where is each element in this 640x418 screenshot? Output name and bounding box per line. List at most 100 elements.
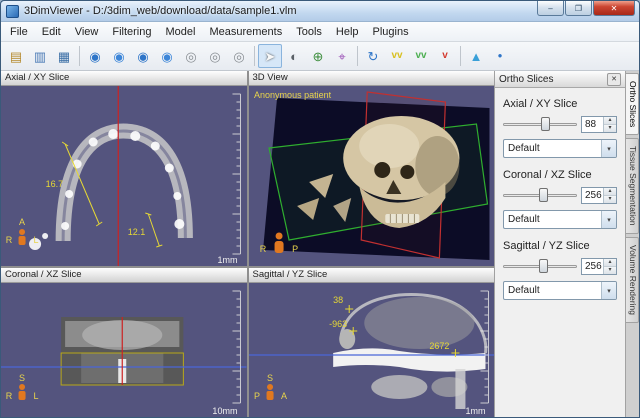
coronal-slider-thumb[interactable] (539, 188, 548, 202)
measure-distance-icon: vv (391, 51, 402, 61)
layout-3d-button[interactable]: ◉ (131, 44, 155, 68)
coronal-spin-down-icon[interactable]: ▾ (604, 196, 616, 203)
axial-spin-down-icon[interactable]: ▾ (604, 125, 616, 132)
probe-tool-button[interactable]: ⌖ (330, 44, 354, 68)
layout-grid-button[interactable]: ◉ (155, 44, 179, 68)
coronal-viewport: Coronal / XZ Slice S (1, 268, 247, 417)
menu-view[interactable]: View (68, 23, 106, 41)
menu-measurements[interactable]: Measurements (202, 23, 289, 41)
3d-viewport-canvas[interactable]: Anonymous patient R P (249, 86, 495, 266)
menu-file[interactable]: File (3, 23, 35, 41)
3d-viewport-title: 3D View (253, 72, 288, 83)
axial-slice-spinbox[interactable]: 88 ▴ ▾ (581, 116, 617, 133)
toolbar: ▤ ▥ ▦ ◉ ◉ ◉ ◉ ◎ ◎ ◎ ➤ ◐ ⊕ ⌖ ↻ vv vv v ▲ … (1, 42, 639, 71)
density-window-button[interactable]: ◐ (282, 44, 306, 68)
sagittal-measurement-3: 2672 (429, 341, 449, 351)
coronal-orientation-figure (19, 384, 26, 400)
axial-orientation-figure (19, 229, 26, 245)
sagittal-measurement-2: -963 (329, 319, 347, 329)
coronal-scale-label: 10mm (212, 406, 237, 416)
coronal-slice-section: Coronal / XZ Slice 256 ▴ ▾ (503, 169, 617, 229)
pointer-tool-icon: ➤ (265, 50, 276, 63)
coronal-preset-dropdown[interactable]: Default ▾ (503, 210, 617, 229)
sagittal-slice-label: Sagittal / YZ Slice (503, 240, 617, 252)
axial-preset-value: Default (504, 143, 601, 154)
layout-axial-icon: ◉ (89, 50, 100, 63)
sagittal-measurement-1: 38 (333, 295, 343, 305)
axial-viewport-canvas[interactable]: 16.7 12.1 A R L 1mm (1, 86, 247, 266)
measure-distance-button[interactable]: vv (385, 44, 409, 68)
layout-3d-icon: ◉ (137, 50, 148, 63)
menu-tools[interactable]: Tools (289, 23, 329, 41)
measure-density-button[interactable]: vv (409, 44, 433, 68)
probe-icon: ⌖ (338, 50, 345, 63)
coronal-viewport-header: Coronal / XZ Slice (1, 268, 247, 283)
toolbar-separator (254, 46, 255, 66)
menu-plugins[interactable]: Plugins (366, 23, 416, 41)
axial-viewport-header: Axial / XY Slice (1, 71, 247, 86)
coronal-spin-up-icon[interactable]: ▴ (604, 188, 616, 196)
close-button[interactable]: ✕ (593, 1, 635, 16)
app-window: 3DimViewer - D:/3dim_web/download/data/s… (0, 0, 640, 418)
axial-spin-up-icon[interactable]: ▴ (604, 117, 616, 125)
menu-bar: File Edit View Filtering Model Measureme… (1, 22, 639, 42)
axial-preset-dropdown[interactable]: Default ▾ (503, 139, 617, 158)
axial-slice-slider[interactable] (503, 115, 577, 133)
layout-axial-button[interactable]: ◉ (83, 44, 107, 68)
axial-slider-thumb[interactable] (541, 117, 550, 131)
coronal-slice-slider[interactable] (503, 186, 577, 204)
open-volume-button[interactable]: ▤ (4, 44, 28, 68)
coronal-viewport-canvas[interactable]: S R L 10mm (1, 283, 247, 417)
clear-measurements-button[interactable]: v (433, 44, 457, 68)
save-volume-button[interactable]: ▦ (52, 44, 76, 68)
toolbar-separator (79, 46, 80, 66)
coronal-slice-label: Coronal / XZ Slice (503, 169, 617, 181)
3d-viewport-header: 3D View (249, 71, 495, 86)
rotate-3d-button[interactable]: ↻ (361, 44, 385, 68)
coronal-preset-value: Default (504, 214, 601, 225)
information-button[interactable]: ● (488, 44, 512, 68)
scene-manipulation-button[interactable]: ➤ (258, 44, 282, 68)
open-dicom-button[interactable]: ▥ (28, 44, 52, 68)
save-icon: ▦ (58, 50, 70, 63)
sagittal-viewport-canvas[interactable]: 38 -963 2672 S P A 1mm (249, 283, 495, 417)
axial-measurement-2: 12.1 (128, 227, 146, 237)
axial-slider-track[interactable] (503, 123, 577, 126)
zoom-tool-button[interactable]: ⊕ (306, 44, 330, 68)
menu-model[interactable]: Model (158, 23, 202, 41)
window-controls: – ❐ ✕ (536, 1, 635, 16)
title-bar: 3DimViewer - D:/3dim_web/download/data/s… (1, 1, 639, 22)
tab-volume-rendering[interactable]: Volume Rendering (626, 237, 639, 323)
minimize-button[interactable]: – (537, 1, 564, 16)
3d-orientation-right: P (292, 244, 298, 254)
coronal-slice-spinbox[interactable]: 256 ▴ ▾ (581, 187, 617, 204)
sagittal-slice-spinbox[interactable]: 256 ▴ ▾ (581, 258, 617, 275)
sagittal-preset-dropdown[interactable]: Default ▾ (503, 281, 617, 300)
sagittal-orientation-left: P (254, 391, 260, 401)
view-mode-3-button[interactable]: ◎ (227, 44, 251, 68)
toolbar-separator (460, 46, 461, 66)
layout-ortho-button[interactable]: ◉ (107, 44, 131, 68)
zoom-icon: ⊕ (313, 50, 324, 63)
axial-measurement-1: 16.7 (46, 179, 64, 189)
panel-close-icon[interactable]: ✕ (607, 73, 621, 86)
sagittal-spin-down-icon[interactable]: ▾ (604, 267, 616, 274)
measure-density-icon: vv (415, 51, 426, 61)
layout-grid-icon: ◉ (161, 50, 172, 63)
maximize-button[interactable]: ❐ (565, 1, 592, 16)
sagittal-spin-up-icon[interactable]: ▴ (604, 259, 616, 267)
ortho-slices-panel: Ortho Slices ✕ Axial / XY Slice 88 (494, 71, 625, 417)
axial-viewport: Axial / XY Slice (1, 71, 247, 266)
tab-ortho-slices[interactable]: Ortho Slices (626, 73, 639, 135)
open-dicom-icon: ▥ (34, 50, 46, 63)
view-mode-1-button[interactable]: ◎ (179, 44, 203, 68)
tab-tissue-segmentation[interactable]: Tissue Segmentation (626, 138, 639, 234)
volume-rendering-button[interactable]: ▲ (464, 44, 488, 68)
menu-edit[interactable]: Edit (35, 23, 68, 41)
menu-filtering[interactable]: Filtering (105, 23, 158, 41)
sagittal-slice-slider[interactable] (503, 257, 577, 275)
axial-slice-value: 88 (582, 117, 603, 132)
view-mode-2-button[interactable]: ◎ (203, 44, 227, 68)
menu-help[interactable]: Help (329, 23, 366, 41)
sagittal-slider-thumb[interactable] (539, 259, 548, 273)
